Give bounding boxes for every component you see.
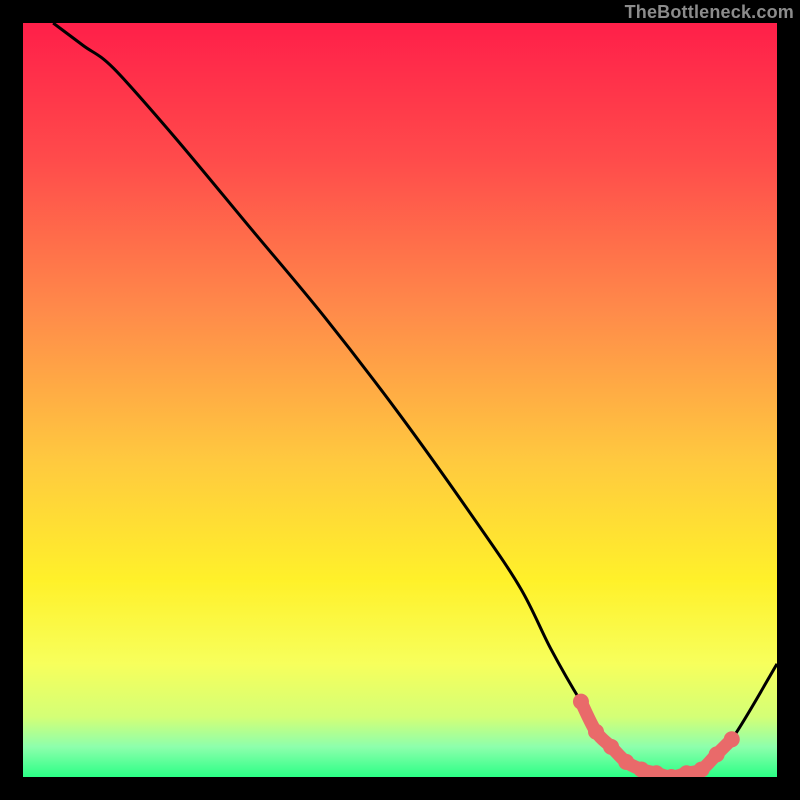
background-gradient: [23, 23, 777, 777]
plot-area: [23, 23, 777, 777]
attribution-watermark: TheBottleneck.com: [625, 2, 794, 23]
